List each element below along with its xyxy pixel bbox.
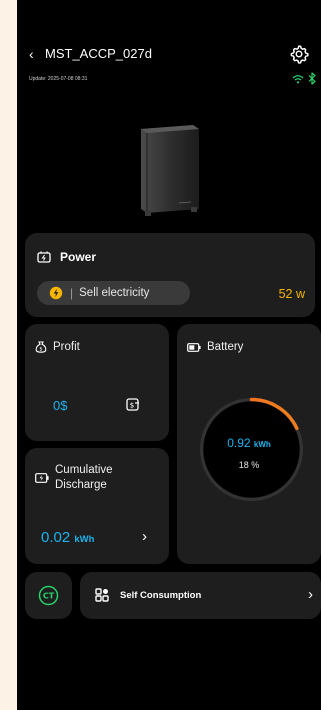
cumulative-unit: kWh	[74, 534, 95, 545]
discharge-icon	[35, 473, 49, 483]
sell-electricity-icon	[49, 286, 63, 300]
device-title: MST_ACCP_027d	[45, 46, 152, 61]
settings-gear-icon[interactable]	[289, 44, 309, 64]
ct-label: CT	[43, 592, 55, 601]
power-card: Power | Sell electricity 52 w	[25, 233, 315, 317]
cumulative-number: 0.02	[41, 529, 71, 546]
battery-percent: 18 %	[238, 460, 260, 470]
battery-energy-unit: kWh	[253, 440, 271, 449]
wifi-icon	[292, 75, 304, 84]
grid-apps-icon	[95, 588, 109, 602]
power-value: 52 w	[278, 287, 305, 301]
power-mode-pill[interactable]: | Sell electricity	[37, 281, 190, 305]
power-header: Power	[37, 250, 96, 264]
chevron-right-icon: ›	[308, 586, 313, 603]
bluetooth-icon	[308, 72, 316, 85]
battery-card[interactable]: Battery 0.92 kWh 18 %	[177, 324, 321, 564]
cumulative-header: Cumulative Discharge	[35, 463, 155, 493]
battery-device-image	[141, 125, 199, 216]
cumulative-discharge-card[interactable]: Cumulative Discharge 0.02 kWh ›	[25, 448, 169, 564]
cumulative-value: 0.02 kWh	[41, 529, 94, 546]
work-mode-label: Self Consumption	[120, 590, 202, 601]
work-mode-button[interactable]: Self Consumption ›	[80, 572, 321, 619]
battery-title: Battery	[207, 341, 244, 353]
battery-energy-value: 0.92	[227, 436, 251, 450]
svg-text:$: $	[39, 346, 42, 352]
pill-separator: |	[70, 286, 74, 300]
money-bag-icon: $	[35, 341, 47, 353]
battery-energy: 0.92 kWh	[177, 436, 321, 450]
top-bar: ‹ MST_ACCP_027d	[17, 44, 321, 64]
chevron-right-icon[interactable]: ›	[142, 528, 147, 545]
back-button[interactable]: ‹	[29, 46, 34, 62]
app-screen: ‹ MST_ACCP_027d Update: 2025-07-08 08:31	[17, 0, 321, 710]
profit-header: $ Profit	[35, 341, 80, 353]
ct-button[interactable]: CT	[25, 572, 72, 619]
ct-icon: CT	[38, 585, 59, 606]
profit-card[interactable]: $ Profit 0$ $	[25, 324, 169, 441]
power-title: Power	[60, 250, 97, 264]
battery-header: Battery	[187, 341, 243, 353]
power-outlet-icon	[37, 251, 51, 263]
profit-value: 0$	[53, 398, 68, 413]
svg-text:$: $	[130, 401, 134, 409]
power-mode-label: Sell electricity	[79, 287, 150, 299]
battery-icon	[187, 342, 201, 352]
cumulative-title: Cumulative Discharge	[55, 464, 113, 491]
profit-title: Profit	[53, 341, 80, 353]
update-timestamp: Update: 2025-07-08 08:31	[29, 76, 88, 82]
edit-price-icon[interactable]: $	[126, 398, 140, 411]
